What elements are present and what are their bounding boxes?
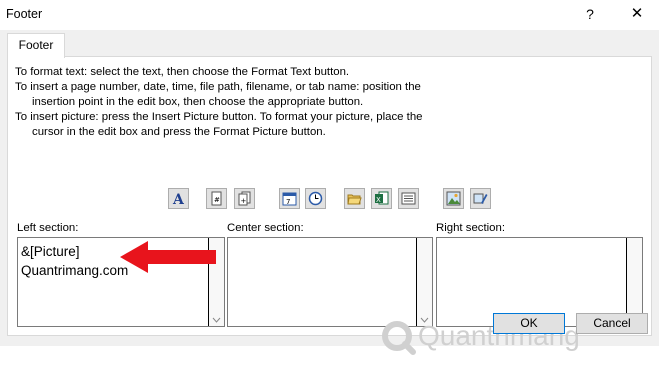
svg-text:#: #: [214, 196, 220, 204]
left-section-line: &[Picture]: [21, 244, 80, 259]
center-section-scrollbar[interactable]: [416, 238, 432, 326]
svg-text:7: 7: [286, 198, 290, 206]
cancel-button[interactable]: Cancel: [576, 313, 648, 334]
format-text-button[interactable]: A: [168, 188, 189, 209]
dialog-body: Footer To format text: select the text, …: [0, 30, 659, 355]
insert-sheet-name-button[interactable]: [398, 188, 419, 209]
insert-file-path-button[interactable]: [344, 188, 365, 209]
window-title: Footer: [6, 7, 43, 21]
insert-date-button[interactable]: 7: [279, 188, 300, 209]
insert-time-button[interactable]: [305, 188, 326, 209]
red-arrow-annotation: [120, 241, 216, 273]
ok-button[interactable]: OK: [493, 313, 565, 334]
instruction-line: To format text: select the text, then ch…: [15, 66, 350, 78]
svg-text:A: A: [172, 192, 185, 206]
help-button[interactable]: ?: [580, 4, 600, 24]
instruction-line: To insert picture: press the Insert Pict…: [15, 111, 423, 123]
left-section-line: Quantrimang.com: [21, 263, 129, 278]
center-section-editbox[interactable]: [227, 237, 433, 327]
insert-file-name-button[interactable]: X: [371, 188, 392, 209]
title-bar: Footer ? ✕: [0, 0, 659, 30]
left-section-label: Left section:: [17, 222, 79, 234]
tab-footer[interactable]: Footer: [7, 33, 65, 58]
svg-text:+: +: [241, 197, 247, 205]
right-section-label: Right section:: [436, 222, 506, 234]
insert-page-number-button[interactable]: #: [206, 188, 227, 209]
insert-number-of-pages-button[interactable]: +: [234, 188, 255, 209]
instruction-line: To insert a page number, date, time, fil…: [15, 81, 421, 93]
close-button[interactable]: ✕: [627, 4, 647, 24]
chevron-down-icon[interactable]: [212, 316, 221, 324]
instruction-line: cursor in the edit box and press the For…: [32, 126, 326, 138]
format-picture-button[interactable]: [470, 188, 491, 209]
insert-picture-button[interactable]: [443, 188, 464, 209]
instruction-line: insertion point in the edit box, then ch…: [32, 96, 364, 108]
footer-panel: To format text: select the text, then ch…: [7, 56, 652, 355]
center-section-label: Center section:: [227, 222, 304, 234]
svg-text:X: X: [376, 196, 381, 204]
watermark: Quantrimang: [380, 319, 600, 368]
